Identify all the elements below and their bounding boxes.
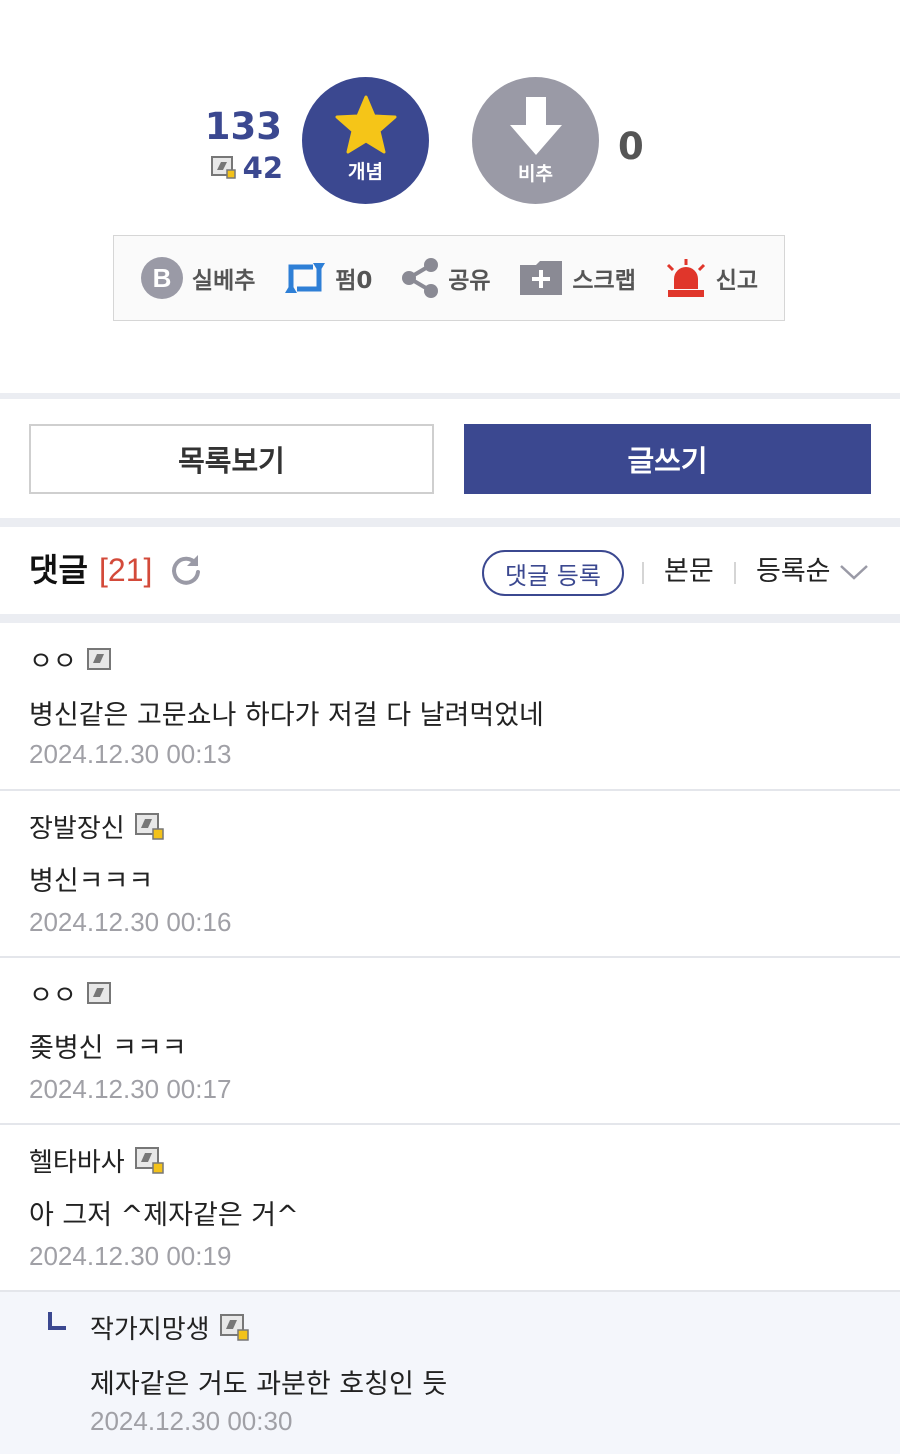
author-name: 작가지망생 [90, 1315, 210, 1345]
comment-author[interactable]: 작가지망생 [90, 1309, 250, 1346]
star-icon [335, 95, 396, 154]
comment-date: 2024.12.30 00:13 [29, 739, 232, 769]
arrow-down-icon [509, 97, 562, 155]
scrap-button[interactable]: 스크랩 [518, 259, 636, 297]
author-name: ㅇㅇ [29, 981, 77, 1011]
comment-text: 병신같은 고문쇼나 하다가 저걸 다 날려먹었네 [29, 700, 544, 731]
best-recommend-button[interactable]: B 실베추 [140, 256, 255, 300]
refresh-icon[interactable] [168, 552, 204, 592]
upvote-button[interactable]: 개념 [302, 77, 429, 204]
share-icon [400, 257, 440, 299]
comments-title: 댓글 [29, 551, 88, 589]
report-button[interactable]: 신고 [664, 257, 758, 299]
report-label: 신고 [715, 268, 759, 294]
register-comment-button[interactable]: 댓글 등록 [482, 550, 624, 596]
comment-text: 제자같은 거도 과분한 호칭인 듯 [90, 1369, 448, 1400]
downvote-button[interactable]: 비추 [472, 77, 599, 204]
fixed-nick-icon [134, 1146, 164, 1174]
section-divider [0, 614, 900, 623]
downvote-label: 비추 [518, 163, 553, 185]
best-recommend-label: 실베추 [191, 268, 256, 294]
author-name: ㅇㅇ [29, 647, 77, 677]
sort-label: 등록순 [756, 556, 831, 587]
comment-item: ㅇㅇ 좆병신 ㅋㅋㅋ 2024.12.30 00:17 [0, 958, 900, 1125]
fixed-nick-icon [219, 1313, 249, 1341]
b-circle-icon: B [140, 256, 184, 300]
fixed-nick-upvote-count: 42 [205, 150, 283, 186]
comment-author[interactable]: 장발장신 [29, 808, 165, 845]
share-label: 공유 [448, 268, 491, 294]
list-view-button[interactable]: 목록보기 [29, 424, 434, 494]
upvote-label: 개념 [348, 161, 383, 183]
header-divider [642, 562, 644, 584]
repost-icon [283, 257, 327, 299]
upvote-count: 133 [204, 105, 282, 148]
comment-item: ㅇㅇ 병신같은 고문쇼나 하다가 저걸 다 날려먹었네 2024.12.30 0… [0, 623, 900, 791]
fixed-nick-icon [134, 812, 164, 840]
section-divider [0, 518, 900, 527]
svg-text:B: B [153, 263, 172, 293]
downvote-count: 0 [618, 125, 644, 168]
guest-icon [86, 647, 111, 670]
comments-count: [21] [99, 552, 153, 588]
siren-icon [664, 257, 708, 299]
write-post-button[interactable]: 글쓰기 [464, 424, 871, 494]
scrap-label: 스크랩 [572, 268, 636, 294]
guest-icon [86, 981, 111, 1004]
comment-text: 병신ㅋㅋㅋ [29, 866, 154, 897]
comment-date: 2024.12.30 00:30 [90, 1406, 293, 1436]
comment-author[interactable]: ㅇㅇ [29, 975, 113, 1012]
comment-item: 장발장신 병신ㅋㅋㅋ 2024.12.30 00:16 [0, 791, 900, 958]
repost-label: 펌0 [335, 268, 373, 294]
fixed-nick-icon [210, 156, 236, 179]
sort-dropdown[interactable]: 등록순 [756, 552, 869, 592]
comment-text: 아 그저 ^제자같은 거^ [29, 1200, 299, 1231]
comment-date: 2024.12.30 00:19 [29, 1241, 232, 1271]
post-action-bar: B 실베추 펌0 공유 스크랩 신고 [113, 235, 785, 321]
repost-button[interactable]: 펌0 [283, 257, 372, 299]
comment-item: 헬타바사 아 그저 ^제자같은 거^ 2024.12.30 00:19 [0, 1125, 900, 1292]
reply-item: 작가지망생 제자같은 거도 과분한 호칭인 듯 2024.12.30 00:30 [0, 1292, 900, 1454]
scrap-icon [518, 259, 564, 297]
comment-date: 2024.12.30 00:17 [29, 1074, 232, 1104]
fixed-count-value: 42 [242, 151, 283, 185]
chevron-down-icon [839, 565, 868, 580]
reply-arrow-icon [48, 1312, 66, 1330]
comment-date: 2024.12.30 00:16 [29, 907, 232, 937]
view-post-button[interactable]: 본문 [664, 552, 714, 592]
comment-author[interactable]: ㅇㅇ [29, 641, 113, 678]
comment-author[interactable]: 헬타바사 [29, 1142, 165, 1179]
header-divider [734, 562, 736, 584]
section-divider [0, 393, 900, 399]
comment-text: 좆병신 ㅋㅋㅋ [29, 1033, 187, 1064]
author-name: 장발장신 [29, 814, 125, 844]
author-name: 헬타바사 [29, 1148, 125, 1178]
share-button[interactable]: 공유 [400, 257, 491, 299]
